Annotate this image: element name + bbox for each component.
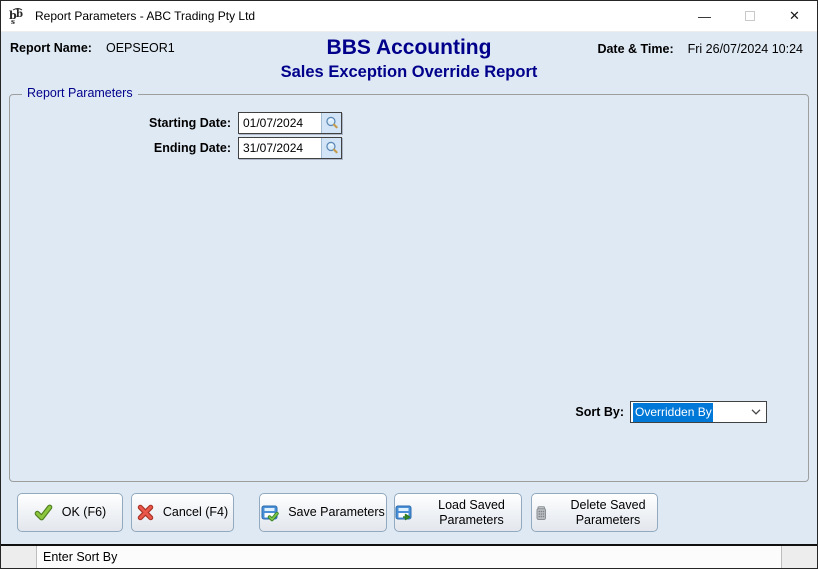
datetime-value: Fri 26/07/2024 10:24 <box>687 42 803 56</box>
page-title: Sales Exception Override Report <box>280 63 538 82</box>
starting-date-field <box>238 112 342 134</box>
datetime-label: Date & Time: <box>597 42 674 56</box>
sort-by-row: Sort By: Overridden By <box>575 401 767 423</box>
sort-by-label: Sort By: <box>575 405 624 419</box>
cancel-button-label: Cancel (F4) <box>162 505 229 519</box>
sort-by-selected-value: Overridden By <box>633 402 713 422</box>
ending-date-input[interactable] <box>239 138 321 158</box>
ending-date-row: Ending Date: <box>10 137 342 159</box>
save-disk-icon <box>261 504 279 522</box>
red-cross-icon <box>137 504 154 521</box>
starting-date-row: Starting Date: <box>10 112 342 134</box>
report-header: Report Name: OEPSEOR1 BBS Accounting Sale… <box>1 32 817 91</box>
caption-buttons: — ✕ <box>682 1 817 31</box>
delete-bin-icon <box>532 504 550 522</box>
save-parameters-button[interactable]: Save Parameters <box>259 493 387 532</box>
load-disk-icon <box>395 504 413 522</box>
starting-date-label: Starting Date: <box>149 116 231 130</box>
title-bar: b b s Report Parameters - ABC Trading Pt… <box>1 1 817 32</box>
magnifier-icon <box>325 141 339 155</box>
status-bar: Enter Sort By <box>1 544 817 568</box>
delete-saved-parameters-button[interactable]: Delete Saved Parameters <box>531 493 658 532</box>
load-saved-parameters-label: Load Saved Parameters <box>438 497 505 527</box>
status-bar-right-cell <box>782 546 817 568</box>
status-bar-left-cell <box>1 546 37 568</box>
magnifier-icon <box>325 116 339 130</box>
save-parameters-label: Save Parameters <box>288 505 385 519</box>
status-message: Enter Sort By <box>37 546 782 568</box>
green-check-icon <box>34 503 53 522</box>
button-bar: OK (F6) Cancel (F4) Save Parameters Load… <box>1 489 817 544</box>
cancel-button[interactable]: Cancel (F4) <box>131 493 234 532</box>
load-saved-parameters-button[interactable]: Load Saved Parameters <box>394 493 522 532</box>
groupbox-legend: Report Parameters <box>22 86 138 100</box>
window-title: Report Parameters - ABC Trading Pty Ltd <box>35 9 256 23</box>
svg-text:s: s <box>11 17 15 25</box>
sort-by-dropdown[interactable]: Overridden By <box>630 401 767 423</box>
chevron-down-icon <box>751 409 761 415</box>
svg-text:b: b <box>16 9 23 20</box>
ending-date-field <box>238 137 342 159</box>
ending-date-label: Ending Date: <box>153 141 231 155</box>
starting-date-input[interactable] <box>239 113 321 133</box>
ending-date-lookup-button[interactable] <box>321 138 341 158</box>
maximize-icon <box>744 11 755 21</box>
datetime: Date & Time: Fri 26/07/2024 10:24 <box>597 42 803 56</box>
report-parameters-window: b b s Report Parameters - ABC Trading Pt… <box>0 0 818 569</box>
bbs-app-icon: b b s <box>9 7 27 25</box>
ok-button[interactable]: OK (F6) <box>17 493 123 532</box>
main-area: Report Parameters Starting Date: 01/07/2… <box>1 86 817 489</box>
ok-button-label: OK (F6) <box>61 505 107 519</box>
delete-saved-parameters-label: Delete Saved Parameters <box>570 497 646 527</box>
report-parameters-groupbox: Report Parameters Starting Date: 01/07/2… <box>9 86 809 482</box>
close-button[interactable]: ✕ <box>772 1 817 31</box>
starting-date-lookup-button[interactable] <box>321 113 341 133</box>
maximize-button <box>727 1 772 31</box>
minimize-button[interactable]: — <box>682 1 727 31</box>
